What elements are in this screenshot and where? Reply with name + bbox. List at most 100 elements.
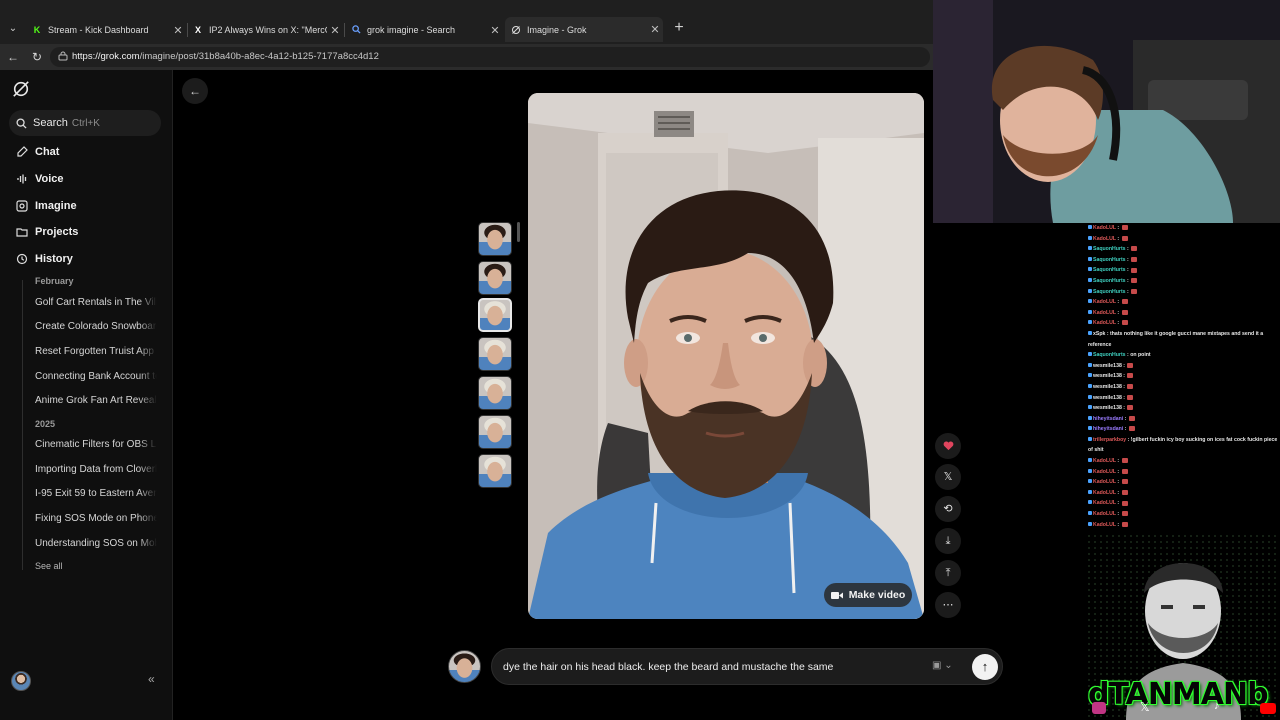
chat-message: KadoLUL : — [1088, 297, 1278, 308]
grok-icon — [511, 25, 521, 35]
avatar[interactable] — [11, 671, 31, 691]
generated-image — [528, 93, 924, 619]
back-button[interactable]: ← — [182, 78, 208, 104]
chat-badge-icon — [1088, 256, 1092, 261]
chat-badge-icon — [1088, 235, 1092, 240]
video-camera-icon — [830, 591, 843, 599]
ellipsis-icon: ⋯ — [942, 599, 954, 611]
chat-emote-icon — [1131, 278, 1138, 284]
history-item[interactable]: Connecting Bank Account to — [35, 371, 157, 382]
regenerate-button[interactable]: ⟲ — [935, 496, 961, 522]
tab-x-post[interactable]: X IP2 Always Wins on X: "MercOffDa ✕ — [187, 19, 343, 41]
new-tab-plus-icon[interactable]: + — [671, 20, 687, 36]
history-item[interactable]: Golf Cart Rentals in The Villages — [35, 297, 157, 308]
thumbnail[interactable] — [478, 454, 512, 488]
chat-message: KadoLUL : — [1088, 477, 1278, 488]
projects-icon — [16, 228, 28, 237]
nav-voice[interactable]: Voice — [16, 170, 64, 188]
chat-emote-icon — [1121, 468, 1128, 474]
history-item[interactable]: Anime Grok Fan Art Reveal — [35, 395, 157, 406]
history-item[interactable]: Reset Forgotten Truist App — [35, 346, 157, 357]
thumbnail[interactable] — [478, 376, 512, 410]
chat-username: KadoLUL — [1093, 225, 1116, 231]
chat-message: xSpk : thats nothing like it google gucc… — [1088, 329, 1278, 350]
history-rail — [22, 280, 23, 570]
tab-imagine-grok[interactable]: Imagine - Grok ✕ — [505, 17, 663, 42]
chat-badge-icon — [1088, 489, 1092, 494]
close-icon[interactable]: ✕ — [487, 24, 503, 37]
chat-emote-icon — [1121, 320, 1128, 326]
thumbnail-scrollbar[interactable] — [517, 222, 520, 242]
download-button[interactable]: ⤓ — [935, 528, 961, 554]
tab-grok-search[interactable]: grok imagine - Search ✕ — [345, 19, 503, 41]
send-button[interactable]: ↑ — [972, 654, 998, 680]
tab-title: IP2 Always Wins on X: "MercOffDa — [209, 25, 327, 35]
chat-badge-icon — [1088, 362, 1092, 367]
upload-share-button[interactable]: ⤒ — [935, 560, 961, 586]
more-options-button[interactable]: ⋯ — [935, 592, 961, 618]
thumbnail[interactable] — [478, 222, 512, 256]
chat-badge-icon — [1088, 458, 1092, 463]
make-video-button[interactable]: Make video — [824, 583, 912, 607]
url-path: /imagine/post/31b8a40b-a8ec-4a12-b125-71… — [139, 51, 379, 62]
social-icons: 𝕏 ♪ — [1092, 700, 1277, 716]
instagram-icon — [1092, 702, 1106, 714]
history-item[interactable]: Understanding SOS on Mobile — [35, 538, 157, 549]
chat-icon — [17, 146, 28, 157]
nav-imagine[interactable]: Imagine — [16, 197, 77, 215]
chat-separator: : — [1115, 225, 1121, 231]
image-mode-icon: ▣ — [932, 660, 942, 671]
url-field[interactable]: https://grok.com/imagine/post/31b8a40b-a… — [50, 47, 930, 67]
close-icon[interactable]: ✕ — [170, 24, 186, 37]
thumbnail[interactable] — [478, 261, 512, 295]
nav-chat-label: Chat — [35, 146, 60, 158]
chat-separator: : — [1115, 521, 1121, 528]
back-arrow-icon[interactable]: ← — [5, 49, 21, 65]
image-mode-dropdown[interactable]: ▣ ⌄ — [932, 660, 953, 671]
see-all-link[interactable]: See all — [35, 561, 63, 571]
nav-projects[interactable]: Projects — [16, 223, 78, 241]
history-item[interactable]: Importing Data from Cloverleaf — [35, 464, 157, 475]
chat-badge-icon — [1088, 320, 1092, 325]
chat-message: wesmile138 : — [1088, 371, 1278, 382]
close-icon[interactable]: ✕ — [327, 24, 343, 37]
collapse-sidebar-icon[interactable]: « — [148, 672, 155, 686]
tab-kick-dashboard[interactable]: K Stream - Kick Dashboard ✕ — [26, 19, 186, 41]
chat-badge-icon — [1088, 500, 1092, 505]
site-info-icon[interactable] — [58, 51, 68, 63]
search-icon — [351, 25, 361, 35]
chat-separator: : — [1121, 362, 1127, 369]
close-icon[interactable]: ✕ — [647, 23, 663, 36]
prompt-text[interactable]: dye the hair on his head black. keep the… — [503, 661, 833, 673]
history-item[interactable]: Cinematic Filters for OBS LUTs — [35, 439, 157, 450]
thumbnail-selected[interactable] — [478, 298, 512, 332]
thumbnail[interactable] — [478, 415, 512, 449]
chat-emote-icon — [1128, 415, 1135, 421]
share-on-x-button[interactable]: 𝕏 — [935, 464, 961, 490]
grok-logo-icon[interactable] — [12, 80, 30, 98]
source-image-avatar[interactable] — [448, 650, 481, 683]
search-button[interactable]: Search Ctrl+K — [9, 110, 161, 136]
history-group-heading: February — [35, 276, 74, 286]
chat-username: SaquonHurts — [1093, 256, 1126, 263]
chat-badge-icon — [1088, 309, 1092, 314]
chat-separator: : — [1115, 235, 1121, 242]
chat-emote-icon — [1121, 479, 1128, 485]
chat-username: hiheyitsdani — [1093, 415, 1124, 422]
history-item[interactable]: Create Colorado Snowboarding — [35, 321, 157, 332]
chat-badge-icon — [1088, 288, 1092, 293]
nav-history[interactable]: History — [16, 250, 73, 268]
chat-badge-icon — [1088, 511, 1092, 516]
reload-icon[interactable]: ↻ — [29, 49, 45, 65]
chat-separator: : — [1115, 511, 1121, 518]
history-item[interactable]: I-95 Exit 59 to Eastern Avenue — [35, 488, 157, 499]
chat-emote-icon — [1127, 373, 1134, 379]
history-group-heading: 2025 — [35, 419, 56, 429]
thumbnail[interactable] — [478, 337, 512, 371]
history-item[interactable]: Fixing SOS Mode on Phone — [35, 513, 157, 524]
prompt-input[interactable]: dye the hair on his head black. keep the… — [491, 648, 1003, 685]
like-button[interactable] — [935, 433, 961, 459]
nav-chat[interactable]: Chat — [16, 143, 59, 161]
chat-message: KadoLUL : — [1088, 498, 1278, 509]
tab-search-chevron-icon[interactable]: ⌄ — [4, 20, 22, 38]
